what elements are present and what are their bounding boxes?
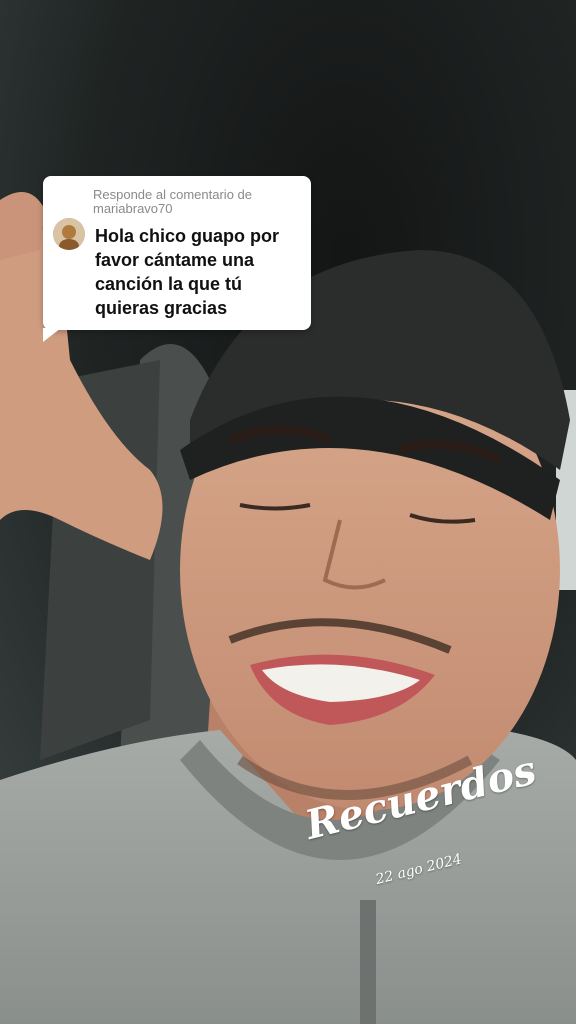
sticker-date: 22 ago 2024 [374, 851, 464, 888]
commenter-avatar-icon[interactable] [53, 218, 85, 250]
card-tail [43, 328, 61, 342]
memories-sticker: Recuerdos 22 ago 2024 [301, 746, 541, 910]
comment-text: Hola chico guapo por favor cántame una c… [95, 226, 280, 318]
comment-reply-card[interactable]: Responde al comentario de mariabravo70 H… [43, 176, 311, 342]
reply-header-label: Responde al comentario de mariabravo70 [93, 187, 252, 216]
